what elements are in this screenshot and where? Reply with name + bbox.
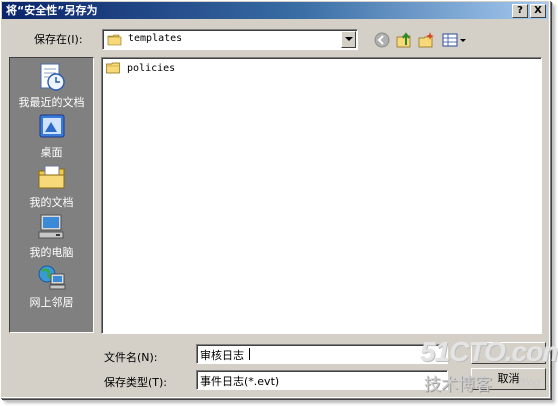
folder-icon [106,62,120,74]
list-item[interactable]: policies [106,62,175,74]
folder-open-icon [107,34,122,46]
back-arrow-icon[interactable] [373,31,391,49]
filetype-value: 事件日志(*.evt) [200,375,280,388]
place-network[interactable]: 网上邻居 [10,262,93,310]
network-places-icon [38,265,65,290]
up-folder-icon[interactable] [395,31,413,49]
new-folder-icon[interactable] [417,31,435,49]
file-list[interactable]: policies [101,57,542,334]
place-my-computer[interactable]: 我的电脑 [10,212,93,260]
place-label: 我的文档 [29,196,74,209]
watermark-blog: Blog [518,377,541,389]
place-label: 我的电脑 [29,246,74,259]
place-label: 我最近的文档 [18,96,85,109]
filetype-combobox[interactable]: 事件日志(*.evt) [196,370,448,390]
window-title: 将“安全性”另存为 [6,4,98,17]
filename-field[interactable]: 审核日志 [196,344,448,364]
watermark-logo: 51CTO.com [420,336,558,367]
close-button[interactable]: X [530,4,546,18]
help-button[interactable]: ? [512,4,528,18]
text-cursor [249,348,250,360]
place-recent-documents[interactable]: 我最近的文档 [10,62,93,110]
filetype-label: 保存类型(T): [104,376,168,389]
desktop-icon [39,114,64,138]
place-label: 网上邻居 [29,296,74,309]
filename-value: 审核日志 [200,349,244,362]
my-computer-icon [38,214,63,239]
save-in-value: templates [128,33,183,44]
place-my-documents[interactable]: 我的文档 [10,162,93,210]
recent-documents-icon [40,63,65,91]
watermark-subtitle: 技术博客 [424,375,492,395]
places-bar: 我最近的文档 桌面 我的文档 我的电脑 网上邻居 [9,57,94,333]
filename-label: 文件名(N): [104,351,158,364]
my-documents-icon [38,165,64,189]
file-name: policies [127,63,176,74]
save-in-label: 保存在(I): [34,33,83,46]
save-in-combobox[interactable]: templates [102,29,358,50]
save-in-dropdown-button[interactable] [341,31,356,48]
place-desktop[interactable]: 桌面 [10,112,93,160]
title-bar[interactable]: 将“安全性”另存为 ? X [2,2,548,19]
place-label: 桌面 [40,146,63,159]
view-menu-icon[interactable] [441,31,467,49]
